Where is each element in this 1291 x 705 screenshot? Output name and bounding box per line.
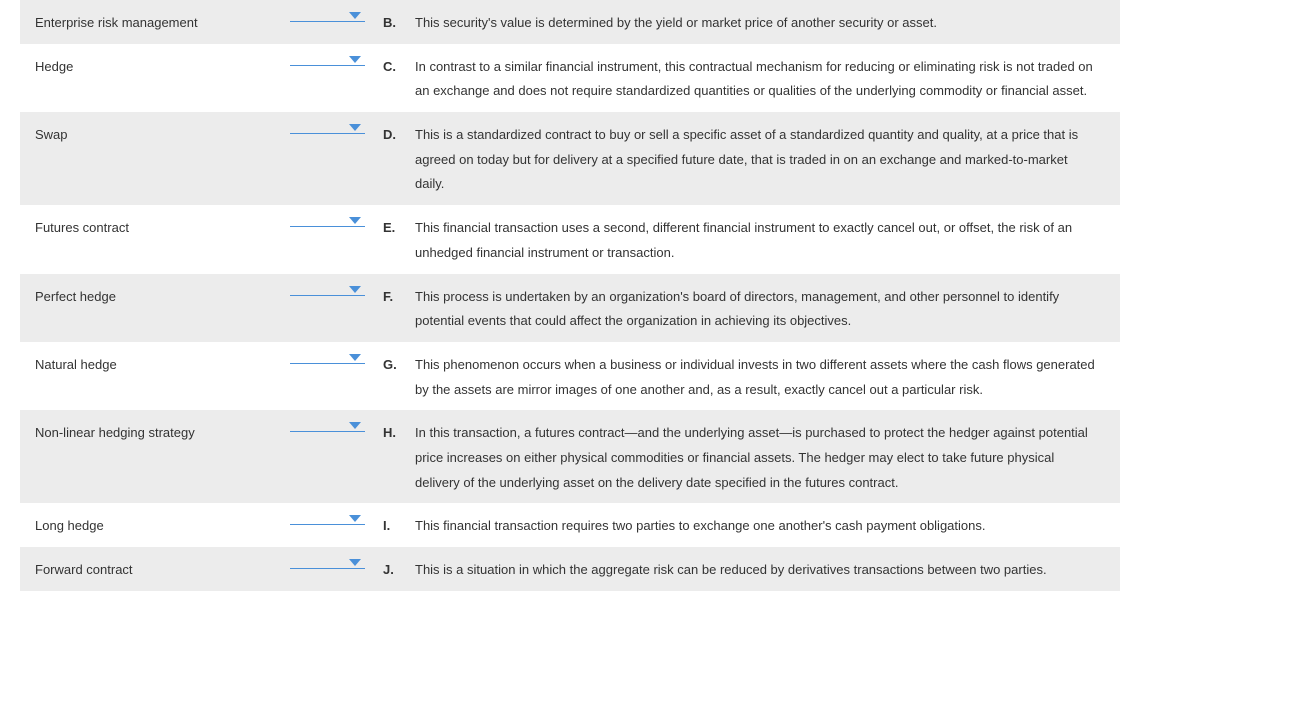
answer-dropdown[interactable] xyxy=(290,350,365,364)
answer-dropdown[interactable] xyxy=(290,213,365,227)
definition-text: In contrast to a similar financial instr… xyxy=(415,52,1110,104)
dropdown-cell xyxy=(275,282,365,296)
term-label: Perfect hedge xyxy=(35,282,275,310)
chevron-down-icon xyxy=(349,354,361,361)
chevron-down-icon xyxy=(349,559,361,566)
definition-text: This process is undertaken by an organiz… xyxy=(415,282,1110,334)
term-label: Long hedge xyxy=(35,511,275,539)
definition-letter: J. xyxy=(365,555,415,583)
dropdown-cell xyxy=(275,511,365,525)
definition-text: This financial transaction uses a second… xyxy=(415,213,1110,265)
match-row: Long hedge I.This financial transaction r… xyxy=(20,503,1120,547)
match-row: Swap D.This is a standardized contract to… xyxy=(20,112,1120,205)
definition-text: This is a standardized contract to buy o… xyxy=(415,120,1110,197)
dropdown-cell xyxy=(275,52,365,66)
match-row: Futures contract E.This financial transac… xyxy=(20,205,1120,273)
term-label: Futures contract xyxy=(35,213,275,241)
term-label: Hedge xyxy=(35,52,275,80)
dropdown-cell xyxy=(275,213,365,227)
match-row: Hedge C.In contrast to a similar financia… xyxy=(20,44,1120,112)
chevron-down-icon xyxy=(349,217,361,224)
term-label: Enterprise risk management xyxy=(35,8,275,36)
term-label: Non-linear hedging strategy xyxy=(35,418,275,446)
chevron-down-icon xyxy=(349,422,361,429)
definition-letter: B. xyxy=(365,8,415,36)
definition-letter: F. xyxy=(365,282,415,310)
match-row: Perfect hedge F.This process is undertake… xyxy=(20,274,1120,342)
match-row: Non-linear hedging strategy H.In this tra… xyxy=(20,410,1120,503)
term-label: Swap xyxy=(35,120,275,148)
answer-dropdown[interactable] xyxy=(290,418,365,432)
definition-text: This is a situation in which the aggrega… xyxy=(415,555,1110,583)
dropdown-cell xyxy=(275,555,365,569)
definition-text: This security's value is determined by t… xyxy=(415,8,1110,36)
answer-dropdown[interactable] xyxy=(290,120,365,134)
match-row: Natural hedge G.This phenomenon occurs wh… xyxy=(20,342,1120,410)
dropdown-cell xyxy=(275,350,365,364)
definition-letter: G. xyxy=(365,350,415,378)
matching-table: Enterprise risk management B.This securit… xyxy=(20,0,1120,591)
chevron-down-icon xyxy=(349,124,361,131)
answer-dropdown[interactable] xyxy=(290,282,365,296)
dropdown-cell xyxy=(275,120,365,134)
answer-dropdown[interactable] xyxy=(290,8,365,22)
definition-letter: E. xyxy=(365,213,415,241)
chevron-down-icon xyxy=(349,56,361,63)
dropdown-cell xyxy=(275,8,365,22)
definition-text: This phenomenon occurs when a business o… xyxy=(415,350,1110,402)
term-label: Forward contract xyxy=(35,555,275,583)
chevron-down-icon xyxy=(349,286,361,293)
match-row: Enterprise risk management B.This securit… xyxy=(20,0,1120,44)
match-row: Forward contract J.This is a situation in… xyxy=(20,547,1120,591)
definition-letter: D. xyxy=(365,120,415,148)
definition-letter: I. xyxy=(365,511,415,539)
definition-letter: C. xyxy=(365,52,415,80)
answer-dropdown[interactable] xyxy=(290,555,365,569)
answer-dropdown[interactable] xyxy=(290,52,365,66)
chevron-down-icon xyxy=(349,12,361,19)
definition-text: This financial transaction requires two … xyxy=(415,511,1110,539)
dropdown-cell xyxy=(275,418,365,432)
chevron-down-icon xyxy=(349,515,361,522)
term-label: Natural hedge xyxy=(35,350,275,378)
answer-dropdown[interactable] xyxy=(290,511,365,525)
definition-text: In this transaction, a futures contract—… xyxy=(415,418,1110,495)
definition-letter: H. xyxy=(365,418,415,446)
